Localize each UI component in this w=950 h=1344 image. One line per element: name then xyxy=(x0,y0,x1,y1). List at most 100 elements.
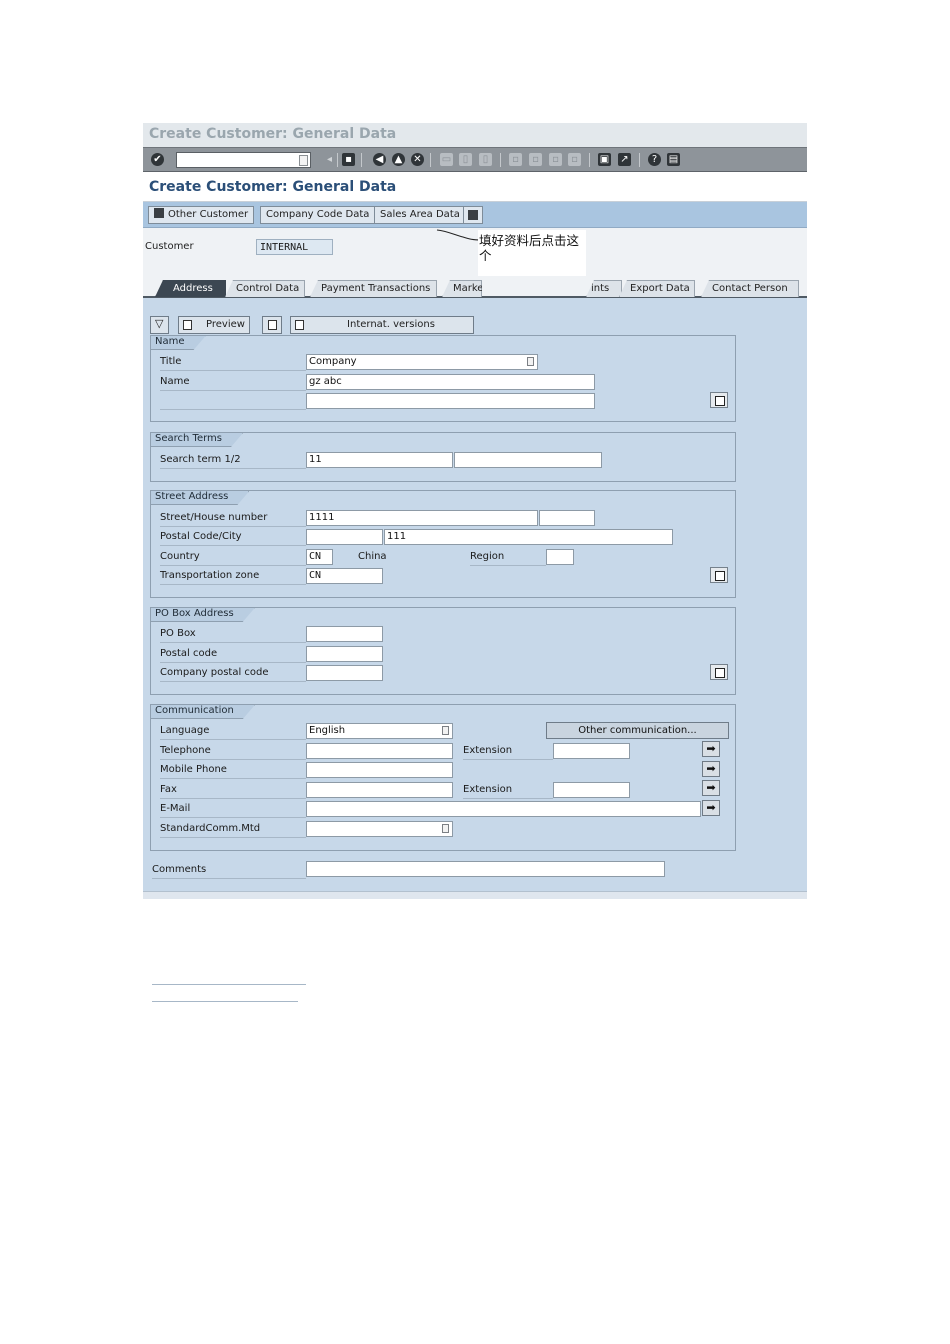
command-dropdown-icon[interactable] xyxy=(299,155,308,166)
name-field[interactable]: gz abc xyxy=(306,374,595,390)
search-term-1-field[interactable]: 11 xyxy=(306,452,453,468)
search-term-label: Search term 1/2 xyxy=(160,451,306,469)
shortcut-icon[interactable]: ↗ xyxy=(618,153,631,166)
street-label: Street/House number xyxy=(160,509,306,527)
po-postal-code-label: Postal code xyxy=(160,645,306,663)
history-arrow-icon[interactable]: ◂ xyxy=(323,153,336,166)
email-field[interactable] xyxy=(306,801,701,817)
name2-label xyxy=(160,392,306,410)
arrow-right-icon: ➡ xyxy=(706,742,716,755)
sap-window: Create Customer: General Data ✔ ◂ ▪ ◀ ▲ … xyxy=(143,123,807,1002)
telephone-extension-field[interactable] xyxy=(553,743,630,759)
mobile-phone-label: Mobile Phone xyxy=(160,761,306,779)
house-number-field[interactable] xyxy=(539,510,595,526)
po-box-group: PO Box Address PO Box Postal code Compan… xyxy=(150,607,736,695)
exit-icon[interactable]: ▲ xyxy=(392,153,405,166)
customer-label: Customer xyxy=(145,241,194,252)
find-next-icon[interactable]: ▯ xyxy=(479,153,492,166)
street-address-title: Street Address xyxy=(151,491,249,505)
telephone-more-button[interactable]: ➡ xyxy=(702,741,720,757)
telephone-label: Telephone xyxy=(160,742,306,760)
fax-extension-field[interactable] xyxy=(553,782,630,798)
arrow-right-icon: ➡ xyxy=(706,762,716,775)
save-icon[interactable]: ▪ xyxy=(342,153,355,166)
tab-control-data[interactable]: Control Data xyxy=(225,280,305,297)
window-title: Create Customer: General Data xyxy=(143,123,807,147)
fax-extension-label: Extension xyxy=(463,781,553,799)
postal-code-field[interactable] xyxy=(306,529,383,545)
cancel-icon[interactable]: ✕ xyxy=(411,153,424,166)
std-comm-dropdown-icon[interactable] xyxy=(442,824,449,833)
other-customer-button[interactable]: Other Customer xyxy=(148,206,255,224)
standard-comm-method-label: StandardComm.Mtd xyxy=(160,820,306,838)
email-more-button[interactable]: ➡ xyxy=(702,800,720,816)
po-box-title: PO Box Address xyxy=(151,608,255,622)
more-fields-icon[interactable] xyxy=(710,392,728,408)
internat-versions-button[interactable]: Internat. versions xyxy=(290,316,474,334)
mobile-more-button[interactable]: ➡ xyxy=(702,761,720,777)
customer-field[interactable]: INTERNAL xyxy=(256,239,333,255)
telephone-field[interactable] xyxy=(306,743,453,759)
language-label: Language xyxy=(160,722,306,740)
country-label: Country xyxy=(160,548,306,566)
city-field[interactable]: 111 xyxy=(384,529,673,545)
language-dropdown-icon[interactable] xyxy=(442,726,449,735)
back-icon[interactable]: ◀ xyxy=(373,153,386,166)
street-field[interactable]: 1111 xyxy=(306,510,538,526)
language-field[interactable]: English xyxy=(306,723,453,739)
other-communication-button[interactable]: Other communication... xyxy=(546,722,729,739)
tab-address[interactable]: Address xyxy=(155,280,226,297)
tabstrip: Address Control Data Payment Transaction… xyxy=(143,276,807,298)
print-icon[interactable]: ▭ xyxy=(440,153,453,166)
standard-comm-method-field[interactable] xyxy=(306,821,453,837)
first-page-icon[interactable]: ▫ xyxy=(509,153,522,166)
tab-contact-person[interactable]: Contact Person xyxy=(701,280,799,297)
expand-collapse-button[interactable]: ▽ xyxy=(150,316,169,334)
po-more-fields-icon[interactable] xyxy=(710,664,728,680)
layout-menu-icon[interactable]: ▤ xyxy=(667,153,680,166)
tab-marketing[interactable]: Marke xyxy=(442,280,482,297)
mobile-phone-field[interactable] xyxy=(306,762,453,778)
tab-unloading-points[interactable]: ints xyxy=(586,280,622,297)
sales-area-data-button[interactable]: Sales Area Data xyxy=(374,206,466,224)
comments-field[interactable] xyxy=(306,861,665,877)
company-postal-code-field[interactable] xyxy=(306,665,383,681)
system-toolbar: ✔ ◂ ▪ ◀ ▲ ✕ ▭ ▯ ▯ ▫ ▫ ▫ ▫ ▣ ↗ ? ▤ xyxy=(143,147,807,172)
street-address-group: Street Address Street/House number 1111 … xyxy=(150,490,736,598)
street-more-fields-icon[interactable] xyxy=(710,567,728,583)
name2-field[interactable] xyxy=(306,393,595,409)
title-dropdown-icon[interactable] xyxy=(527,357,534,366)
title-label: Title xyxy=(160,353,306,371)
address-panel: ▽ Preview Internat. versions Name Title … xyxy=(143,298,807,1002)
lock-button[interactable] xyxy=(262,316,282,334)
country-field[interactable]: CN xyxy=(306,549,333,565)
transportation-zone-field[interactable]: CN xyxy=(306,568,383,584)
lock-icon xyxy=(268,320,277,330)
tab-payment-transactions[interactable]: Payment Transactions xyxy=(310,280,437,297)
company-code-data-button[interactable]: Company Code Data xyxy=(260,206,376,224)
next-page-icon[interactable]: ▫ xyxy=(549,153,562,166)
search-terms-title: Search Terms xyxy=(151,433,243,447)
extension-label: Extension xyxy=(463,742,553,760)
po-box-label: PO Box xyxy=(160,625,306,643)
fax-more-button[interactable]: ➡ xyxy=(702,780,720,796)
region-field[interactable] xyxy=(546,549,574,565)
tab-export-data[interactable]: Export Data xyxy=(619,280,695,297)
title-field[interactable]: Company xyxy=(306,354,538,370)
new-session-icon[interactable]: ▣ xyxy=(598,153,611,166)
last-page-icon[interactable]: ▫ xyxy=(568,153,581,166)
previous-page-icon[interactable]: ▫ xyxy=(529,153,542,166)
fax-field[interactable] xyxy=(306,782,453,798)
search-term-2-field[interactable] xyxy=(454,452,602,468)
arrow-right-icon: ➡ xyxy=(706,781,716,794)
region-label: Region xyxy=(470,548,546,566)
additional-data-button[interactable] xyxy=(463,206,483,224)
help-icon[interactable]: ? xyxy=(648,153,661,166)
preview-button[interactable]: Preview xyxy=(178,316,250,334)
po-postal-code-field[interactable] xyxy=(306,646,383,662)
other-customer-icon xyxy=(154,208,164,218)
command-field[interactable] xyxy=(176,152,311,168)
po-box-field[interactable] xyxy=(306,626,383,642)
enter-icon[interactable]: ✔ xyxy=(151,153,164,166)
find-icon[interactable]: ▯ xyxy=(459,153,472,166)
